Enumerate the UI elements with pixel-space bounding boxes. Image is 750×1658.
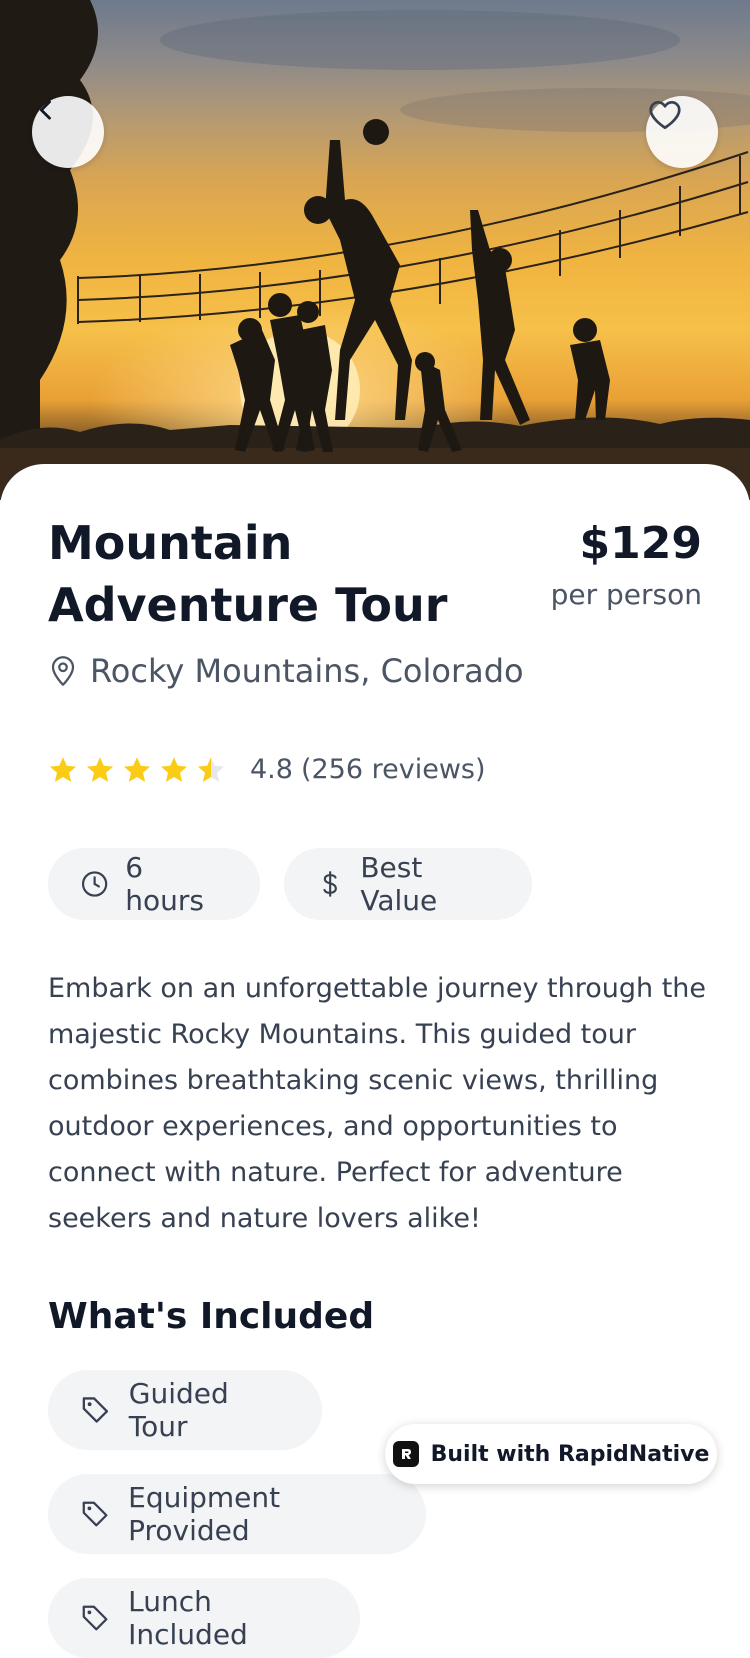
location-label: Rocky Mountains, Colorado bbox=[90, 652, 524, 690]
tag-icon bbox=[82, 1605, 108, 1631]
included-item-label: Lunch Included bbox=[128, 1585, 248, 1651]
rating-stars bbox=[48, 755, 226, 785]
tour-price: $129 bbox=[579, 518, 702, 569]
duration-chip: 6 hours bbox=[48, 848, 260, 920]
chevron-left-icon bbox=[39, 100, 51, 120]
tag-icon bbox=[82, 1397, 109, 1423]
dollar-icon bbox=[323, 871, 337, 897]
tour-description: Embark on an unforgettable journey throu… bbox=[48, 973, 707, 1234]
back-button[interactable] bbox=[32, 96, 104, 168]
tour-location: Rocky Mountains, Colorado bbox=[48, 652, 524, 690]
rating-value: 4.8 bbox=[250, 754, 293, 785]
star-half-icon bbox=[198, 756, 224, 782]
star-icon bbox=[161, 756, 187, 782]
included-item: Lunch Included bbox=[48, 1578, 360, 1658]
rating-row: 4.8 (256 reviews) bbox=[48, 754, 486, 785]
hero-image bbox=[0, 0, 750, 500]
tour-title: Mountain Adventure Tour bbox=[48, 516, 448, 632]
map-pin-icon bbox=[51, 656, 75, 686]
volleyball-sunset-illustration bbox=[0, 0, 750, 500]
value-label: Best Value bbox=[360, 851, 438, 917]
rapidnative-logo-icon bbox=[392, 1441, 419, 1467]
price-unit: per person bbox=[550, 578, 702, 611]
duration-label: 6 hours bbox=[125, 851, 204, 917]
rating-count: (256 reviews) bbox=[300, 754, 486, 785]
included-title: What's Included bbox=[48, 1296, 375, 1337]
heart-icon bbox=[649, 100, 681, 130]
tag-icon bbox=[82, 1501, 108, 1527]
rapidnative-badge[interactable]: Built with RapidNative bbox=[385, 1424, 717, 1484]
included-item-label: Guided Tour bbox=[128, 1377, 229, 1443]
included-item-label: Equipment Provided bbox=[128, 1481, 281, 1547]
clock-icon bbox=[81, 871, 108, 897]
star-icon bbox=[87, 756, 113, 782]
badge-label: Built with RapidNative bbox=[430, 1441, 710, 1467]
star-icon bbox=[50, 756, 76, 782]
included-item: Guided Tour bbox=[48, 1370, 322, 1450]
included-item: Equipment Provided bbox=[48, 1474, 426, 1554]
favorite-button[interactable] bbox=[646, 96, 718, 168]
star-icon bbox=[124, 756, 150, 782]
value-chip: Best Value bbox=[284, 848, 532, 920]
